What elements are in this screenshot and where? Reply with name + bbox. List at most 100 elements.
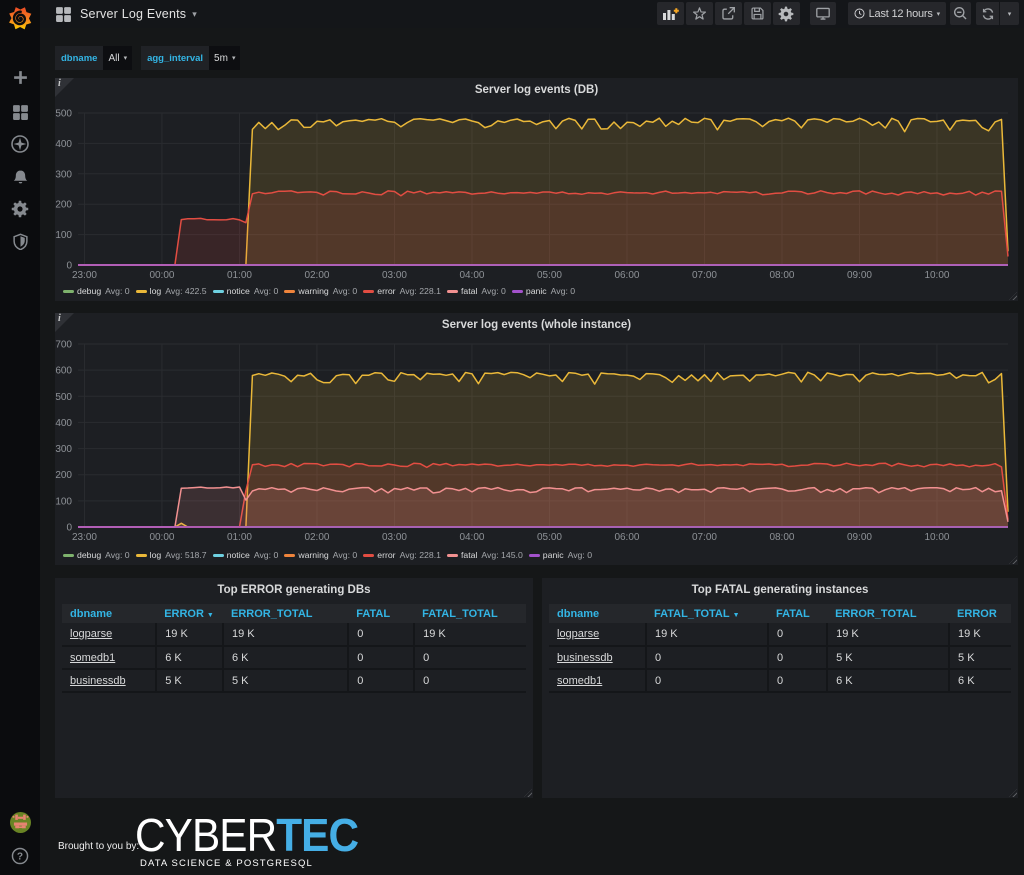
table-cell[interactable]: businessdb — [549, 646, 648, 670]
share-button[interactable] — [714, 2, 742, 25]
zoom-out-button[interactable] — [950, 2, 971, 25]
sidebar-item-explore[interactable] — [0, 128, 40, 160]
svg-text:500: 500 — [55, 392, 72, 403]
chevron-down-icon: ▾ — [231, 55, 236, 62]
column-header-error[interactable]: ERROR ▼ — [156, 604, 223, 623]
table-cell: 19 K — [414, 623, 526, 647]
legend-series-name: notice — [226, 286, 250, 296]
time-series-plot[interactable]: 010020030040050060070023:00 00:00 01:00 02:… — [55, 313, 1018, 543]
legend-item-notice[interactable]: notice Avg: 0 — [212, 550, 279, 560]
svg-text:10:00: 10:00 — [924, 532, 949, 543]
dbname-link[interactable]: logparse — [557, 628, 599, 640]
svg-text:00:00: 00:00 — [149, 532, 174, 543]
panel-resize-handle[interactable] — [524, 789, 532, 797]
dbname-link[interactable]: somedb1 — [70, 652, 115, 664]
table-cell[interactable]: logparse — [62, 623, 158, 647]
dashboard-title[interactable]: Server Log Events — [80, 7, 186, 21]
legend-series-name: warning — [298, 286, 329, 296]
cybertec-logo: CYBERTEC DATA SCIENCE & POSTGRESQL — [135, 812, 377, 869]
column-header-error[interactable]: ERROR — [949, 604, 1011, 623]
legend-item-fatal[interactable]: fatal Avg: 0 — [446, 286, 506, 296]
column-header-fatal_total[interactable]: FATAL_TOTAL ▼ — [646, 604, 768, 623]
legend: debug Avg: 0 log Avg: 422.5 notice Avg: 0 warn… — [63, 284, 581, 298]
grafana-logo-icon[interactable] — [7, 4, 33, 30]
dbname-link[interactable]: somedb1 — [557, 675, 602, 687]
column-header-error_total[interactable]: ERROR_TOTAL — [223, 604, 349, 623]
panel-resize-handle[interactable] — [1009, 556, 1017, 564]
legend-item-error[interactable]: error Avg: 228.1 — [363, 550, 441, 560]
save-button[interactable] — [743, 2, 771, 25]
svg-text:23:00: 23:00 — [72, 532, 97, 543]
table-cell: 0 — [767, 623, 829, 647]
panel-info-icon[interactable]: i — [55, 313, 74, 332]
legend-item-debug[interactable]: debug Avg: 0 — [63, 286, 130, 296]
sidebar-item-server-admin[interactable] — [0, 225, 40, 257]
legend-item-log[interactable]: log Avg: 518.7 — [135, 550, 207, 560]
table-row: somedb1 6 K6 K00 — [62, 646, 526, 670]
column-header-dbname[interactable]: dbname — [549, 604, 647, 623]
add-panel-button[interactable] — [656, 2, 684, 25]
dbname-link[interactable]: businessdb — [557, 652, 613, 664]
legend-item-notice[interactable]: notice Avg: 0 — [212, 286, 278, 296]
table-cell[interactable]: businessdb — [62, 669, 158, 693]
legend-series-avg: Avg: 0 — [253, 550, 279, 560]
table-cell[interactable]: somedb1 — [549, 669, 648, 693]
legend-item-panic[interactable]: panic Avg: 0 — [511, 286, 575, 296]
time-series-plot[interactable]: 010020030040050023:00 00:00 01:00 02:00 03:0… — [55, 78, 1018, 278]
legend-series-avg: Avg: 0 — [105, 550, 130, 560]
legend-series-name: debug — [77, 550, 102, 560]
variable-dbname-select[interactable]: All ▾ — [103, 46, 133, 70]
column-header-fatal[interactable]: FATAL — [348, 604, 415, 623]
time-range-picker[interactable]: Last 12 hours ▾ — [847, 2, 946, 25]
apps-grid-icon[interactable] — [55, 6, 72, 23]
column-header-fatal[interactable]: FATAL — [767, 604, 828, 623]
svg-text:200: 200 — [55, 200, 72, 211]
legend-item-warning[interactable]: warning Avg: 0 — [284, 550, 357, 560]
table-cell[interactable]: somedb1 — [62, 646, 158, 670]
panel-title[interactable]: Top FATAL generating instances — [542, 578, 1018, 602]
table-cell: 0 — [646, 669, 769, 693]
table-cell: 19 K — [646, 623, 769, 647]
table-row: logparse 19 K 19 K 0 19 K — [62, 623, 526, 647]
favorite-button[interactable] — [685, 2, 713, 25]
column-header-fatal_total[interactable]: FATAL_TOTAL — [414, 604, 526, 623]
sidebar-item-help[interactable]: ? — [0, 840, 40, 872]
legend-item-fatal[interactable]: fatal Avg: 145.0 — [446, 550, 523, 560]
dbname-link[interactable]: logparse — [70, 628, 112, 640]
clock-icon — [854, 8, 865, 19]
legend-item-error[interactable]: error Avg: 228.1 — [363, 286, 441, 296]
sidebar-item-alerting[interactable] — [0, 161, 40, 193]
refresh-interval-dropdown[interactable]: ▾ — [1000, 2, 1019, 25]
legend-item-debug[interactable]: debug Avg: 0 — [63, 550, 130, 560]
svg-text:?: ? — [17, 852, 23, 863]
legend-series-avg: Avg: 228.1 — [399, 550, 441, 560]
save-icon — [751, 7, 764, 20]
column-header-error_total[interactable]: ERROR_TOTAL — [827, 604, 950, 623]
dbname-link[interactable]: businessdb — [70, 675, 126, 687]
shield-icon — [12, 232, 28, 250]
sidebar-item-dashboards[interactable] — [0, 96, 40, 128]
zoom-out-icon — [953, 6, 967, 20]
panel-title[interactable]: Top ERROR generating DBs — [55, 578, 533, 602]
table-cell[interactable]: logparse — [549, 623, 648, 647]
panel-info-icon[interactable]: i — [55, 78, 74, 97]
panel-resize-handle[interactable] — [1009, 292, 1017, 300]
panel-resize-handle[interactable] — [1009, 789, 1017, 797]
legend-item-log[interactable]: log Avg: 422.5 — [135, 286, 207, 296]
svg-text:02:00: 02:00 — [304, 532, 329, 543]
legend-series-avg: Avg: 0 — [105, 286, 130, 296]
sidebar-item-create[interactable] — [0, 61, 40, 93]
column-header-dbname[interactable]: dbname — [62, 604, 157, 623]
svg-text:04:00: 04:00 — [459, 270, 484, 278]
sidebar-item-configuration[interactable] — [0, 193, 40, 225]
sidebar: ? — [0, 0, 40, 875]
dashboard-title-caret[interactable]: ▾ — [192, 9, 197, 20]
sidebar-item-user-profile[interactable] — [0, 806, 40, 838]
legend-item-panic[interactable]: panic Avg: 0 — [528, 550, 592, 560]
refresh-button[interactable] — [976, 2, 1000, 25]
variable-agg-interval-select[interactable]: 5m ▾ — [209, 46, 241, 70]
legend-item-warning[interactable]: warning Avg: 0 — [284, 286, 357, 296]
cycle-view-button[interactable] — [809, 2, 836, 25]
dashboard-settings-button[interactable] — [772, 2, 800, 25]
svg-text:300: 300 — [55, 444, 72, 455]
